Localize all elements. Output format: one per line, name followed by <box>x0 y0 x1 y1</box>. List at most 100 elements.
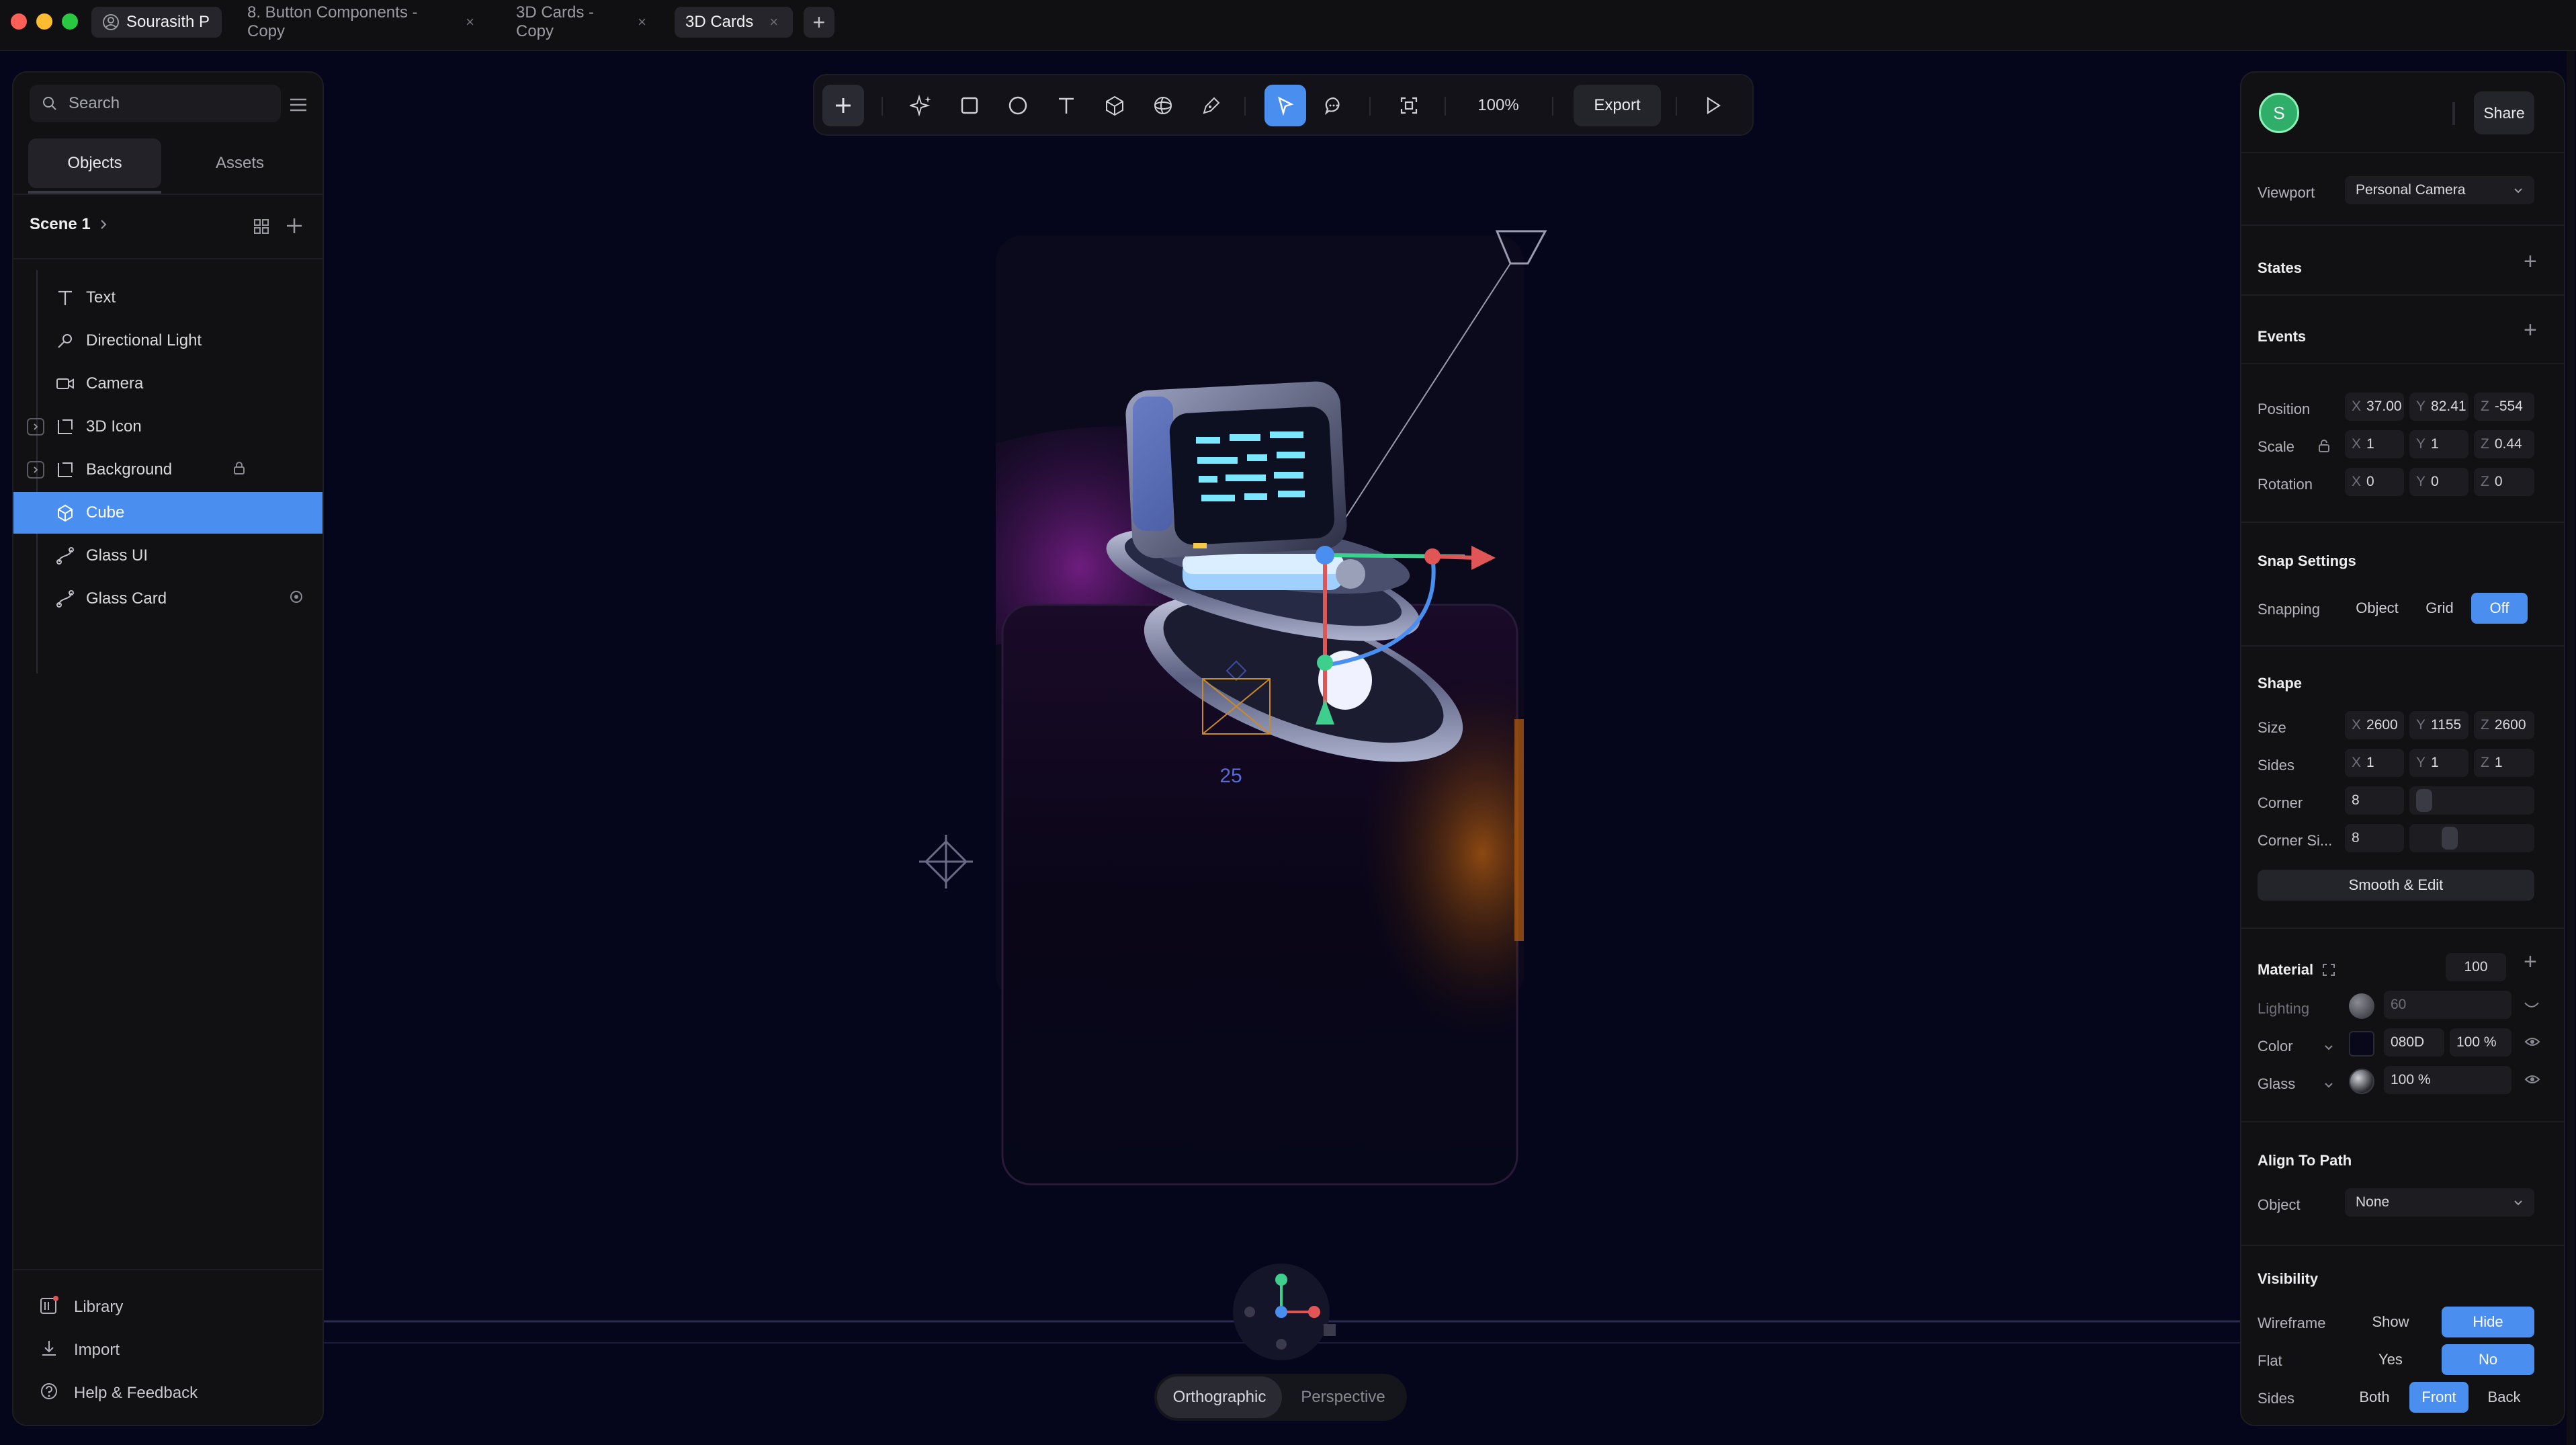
visibility-eye-icon[interactable] <box>2524 1034 2541 1053</box>
import-button[interactable]: Import <box>39 1333 120 1367</box>
comment-tool-button[interactable] <box>1313 85 1355 126</box>
close-tab-icon[interactable]: × <box>466 13 474 31</box>
viewport-select[interactable]: Personal Camera <box>2345 176 2534 204</box>
scene-selector[interactable]: Scene 1 <box>30 215 110 234</box>
text-tool-button[interactable] <box>1045 85 1087 126</box>
lighting-field[interactable]: 60 <box>2384 991 2511 1019</box>
curve-icon[interactable] <box>2524 999 2540 1016</box>
sides-y-field[interactable]: Y1 <box>2409 749 2468 777</box>
layer-directional-light[interactable]: Directional Light <box>13 320 323 362</box>
computer-3d-icon[interactable] <box>1125 380 1348 559</box>
library-button[interactable]: Library <box>39 1290 123 1324</box>
sides-x-field[interactable]: X1 <box>2345 749 2404 777</box>
snap-object-option[interactable]: Object <box>2345 593 2409 624</box>
target-icon[interactable] <box>289 589 304 609</box>
lighting-swatch[interactable] <box>2349 993 2374 1019</box>
wireframe-show-option[interactable]: Show <box>2345 1307 2436 1337</box>
align-object-select[interactable]: None <box>2345 1188 2534 1216</box>
expand-icon[interactable] <box>2321 962 2336 977</box>
flat-no-option[interactable]: No <box>2442 1344 2534 1375</box>
view-orientation-gizmo[interactable] <box>1233 1264 1336 1360</box>
add-event-button[interactable]: + <box>2524 317 2537 343</box>
select-tool-button[interactable] <box>1264 85 1306 126</box>
sides-both-option[interactable]: Both <box>2345 1382 2404 1413</box>
expand-chevron-icon[interactable] <box>27 418 44 436</box>
layer-cube[interactable]: Cube <box>13 492 323 534</box>
play-button[interactable] <box>1692 85 1733 126</box>
lock-icon[interactable] <box>232 460 246 480</box>
add-state-button[interactable]: + <box>2524 249 2537 275</box>
sides-front-option[interactable]: Front <box>2409 1382 2468 1413</box>
sides-back-option[interactable]: Back <box>2474 1382 2534 1413</box>
sides-z-field[interactable]: Z1 <box>2474 749 2534 777</box>
orthographic-option[interactable]: Orthographic <box>1157 1376 1282 1418</box>
chevron-down-icon[interactable] <box>2323 1079 2334 1090</box>
export-button[interactable]: Export <box>1574 85 1661 126</box>
corner-slider-thumb[interactable] <box>2416 789 2432 812</box>
snap-off-option[interactable]: Off <box>2471 593 2528 624</box>
search-input[interactable]: Search <box>30 85 281 122</box>
minimize-window-button[interactable] <box>36 13 52 30</box>
size-z-field[interactable]: Z 2600 <box>2474 711 2534 739</box>
tab-3d-cards[interactable]: 3D Cards × <box>675 7 793 38</box>
lock-icon[interactable] <box>2318 438 2330 456</box>
rotation-z-field[interactable]: Z0 <box>2474 468 2534 496</box>
capture-button[interactable] <box>1388 85 1430 126</box>
new-tab-button[interactable]: + <box>804 7 834 38</box>
position-z-field[interactable]: Z -554 <box>2474 393 2534 421</box>
size-x-field[interactable]: X 2600 <box>2345 711 2404 739</box>
layer-3d-icon[interactable]: 3D Icon <box>13 406 323 448</box>
snap-grid-option[interactable]: Grid <box>2412 593 2467 624</box>
position-y-field[interactable]: Y 82.41 <box>2409 393 2468 421</box>
rectangle-tool-button[interactable] <box>949 85 990 126</box>
corner-slider[interactable] <box>2409 786 2534 815</box>
tab-user[interactable]: Sourasith P <box>91 7 222 38</box>
corner-smoothing-slider-thumb[interactable] <box>2442 827 2458 850</box>
sphere-tool-button[interactable] <box>1142 85 1184 126</box>
expand-chevron-icon[interactable] <box>27 461 44 479</box>
rotation-x-field[interactable]: X0 <box>2345 468 2404 496</box>
layer-glass-card[interactable]: Glass Card <box>13 578 323 620</box>
tab-objects[interactable]: Objects <box>28 138 161 188</box>
close-window-button[interactable] <box>11 13 27 30</box>
corner-smoothing-field[interactable]: 8 <box>2345 824 2404 852</box>
color-swatch[interactable] <box>2349 1031 2374 1057</box>
position-x-field[interactable]: X 37.00 <box>2345 393 2404 421</box>
add-layer-button[interactable] <box>284 215 305 237</box>
share-button[interactable]: Share <box>2474 91 2534 134</box>
close-tab-icon[interactable]: × <box>769 13 778 31</box>
scale-z-field[interactable]: Z 0.44 <box>2474 430 2534 458</box>
ai-tool-button[interactable] <box>900 85 942 126</box>
scrollbar[interactable] <box>2567 51 2575 1445</box>
zoom-level[interactable]: 100% <box>1459 85 1537 126</box>
glass-field[interactable]: 100 % <box>2384 1066 2511 1094</box>
layer-background[interactable]: Background <box>13 449 323 491</box>
canvas[interactable]: 25 <box>0 51 2576 1445</box>
material-opacity-field[interactable]: 100 <box>2446 953 2506 981</box>
close-tab-icon[interactable]: × <box>638 13 646 31</box>
perspective-option[interactable]: Perspective <box>1282 1376 1404 1418</box>
tab-assets[interactable]: Assets <box>173 138 306 188</box>
layer-camera[interactable]: Camera <box>13 363 323 405</box>
add-button[interactable] <box>822 85 864 126</box>
visibility-eye-icon[interactable] <box>2524 1071 2541 1091</box>
color-hex-field[interactable]: 080D <box>2384 1028 2444 1057</box>
help-feedback-button[interactable]: Help & Feedback <box>39 1376 198 1410</box>
scale-y-field[interactable]: Y1 <box>2409 430 2468 458</box>
size-y-field[interactable]: Y 1155 <box>2409 711 2468 739</box>
layer-glass-ui[interactable]: Glass UI <box>13 535 323 577</box>
grid-view-button[interactable] <box>251 216 271 237</box>
tab-3d-cards-copy[interactable]: 3D Cards - Copy × <box>505 3 657 40</box>
glass-swatch[interactable] <box>2349 1069 2374 1094</box>
layer-text[interactable]: Text <box>13 277 323 319</box>
maximize-window-button[interactable] <box>62 13 78 30</box>
corner-field[interactable]: 8 <box>2345 786 2404 815</box>
chevron-down-icon[interactable] <box>2323 1042 2334 1052</box>
flat-yes-option[interactable]: Yes <box>2345 1344 2436 1375</box>
ellipse-tool-button[interactable] <box>997 85 1039 126</box>
menu-button[interactable] <box>285 91 312 118</box>
cube-tool-button[interactable] <box>1094 85 1135 126</box>
avatar[interactable]: S <box>2259 93 2299 133</box>
pen-tool-button[interactable] <box>1191 85 1232 126</box>
wireframe-hide-option[interactable]: Hide <box>2442 1307 2534 1337</box>
